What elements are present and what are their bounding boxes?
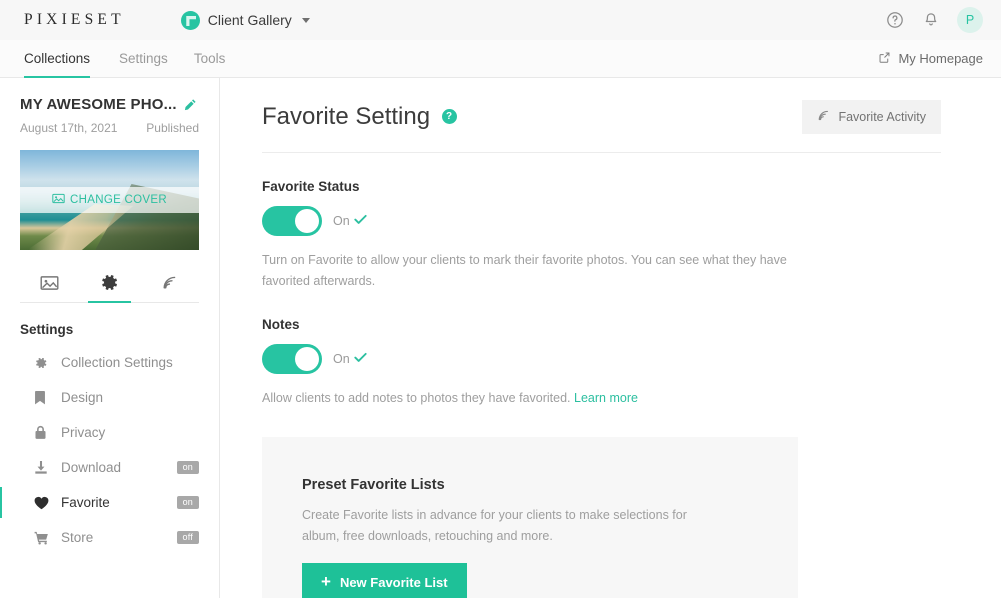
product-switcher[interactable]: Client Gallery — [180, 10, 310, 30]
favorite-status-block: Favorite Status On Turn on Favorite to a… — [262, 179, 941, 291]
sidebar-menu: Collection Settings Design Privacy Downl… — [0, 345, 199, 555]
lock-icon — [34, 425, 52, 440]
my-homepage-label: My Homepage — [898, 51, 983, 66]
gallery-icon — [180, 10, 200, 30]
favorite-activity-label: Favorite Activity — [838, 110, 926, 124]
sidebar-item-label: Privacy — [61, 425, 106, 440]
notes-label: Notes — [262, 317, 300, 333]
pencil-icon[interactable] — [183, 98, 197, 112]
change-cover-label: CHANGE COVER — [70, 194, 167, 206]
sidebar-item-privacy[interactable]: Privacy — [20, 415, 199, 450]
sidebar-tab-activity[interactable] — [139, 268, 199, 302]
collection-title: MY AWESOME PHO... — [20, 96, 177, 113]
check-icon — [354, 214, 367, 228]
preset-favorite-lists-card: Preset Favorite Lists Create Favorite li… — [262, 436, 798, 598]
favorite-status-description: Turn on Favorite to allow your clients t… — [262, 253, 787, 288]
favorite-status-state: On — [333, 214, 367, 228]
top-bar: PIXIESET Client Gallery P — [0, 0, 1001, 40]
new-favorite-list-label: New Favorite List — [339, 575, 448, 591]
sidebar-tab-settings[interactable] — [80, 268, 140, 303]
sidebar-tab-photos[interactable] — [20, 268, 80, 302]
nav-tab-tools[interactable]: Tools — [181, 40, 239, 77]
main-nav: Collections Settings Tools My Homepage — [0, 40, 1001, 78]
plus-icon: + — [321, 572, 331, 592]
notes-state-label: On — [333, 352, 350, 367]
cover-image[interactable]: CHANGE COVER — [20, 150, 199, 250]
heart-icon — [34, 496, 52, 510]
help-circle-icon[interactable]: ? — [441, 109, 457, 124]
sidebar-section-title: Settings — [20, 322, 74, 337]
rss-icon — [817, 109, 830, 125]
sidebar: MY AWESOME PHO... August 17th, 2021 Publ… — [0, 78, 220, 598]
status-badge: on — [176, 496, 199, 509]
sidebar-item-label: Collection Settings — [61, 355, 173, 370]
notes-description: Allow clients to add notes to photos the… — [262, 391, 571, 406]
sidebar-item-label: Design — [61, 390, 104, 405]
external-link-icon — [878, 51, 891, 67]
my-homepage-link[interactable]: My Homepage — [878, 40, 983, 77]
preset-description: Create Favorite lists in advance for you… — [302, 507, 687, 543]
status-badge: off — [176, 531, 199, 544]
top-bar-actions: P — [885, 7, 983, 33]
notes-block: Notes On Allow clients to add notes to p… — [262, 317, 941, 409]
sidebar-item-design[interactable]: Design — [20, 380, 199, 415]
favorite-status-state-label: On — [333, 214, 350, 228]
sidebar-item-download[interactable]: Download on — [20, 450, 199, 485]
chevron-down-icon — [301, 17, 310, 23]
download-icon — [34, 460, 52, 475]
sidebar-item-label: Download — [61, 460, 122, 475]
check-icon — [354, 352, 367, 366]
page-title-wrap: Favorite Setting ? — [262, 103, 457, 131]
main-content: Favorite Setting ? Favorite Activity Fav… — [220, 78, 1001, 598]
product-switcher-label: Client Gallery — [207, 12, 292, 28]
nav-tab-settings[interactable]: Settings — [106, 40, 181, 77]
notes-toggle-row: On — [262, 344, 941, 375]
toggle-knob — [295, 209, 319, 233]
page-body: MY AWESOME PHO... August 17th, 2021 Publ… — [0, 78, 1001, 598]
bell-icon[interactable] — [921, 10, 941, 30]
change-cover-overlay[interactable]: CHANGE COVER — [20, 187, 199, 213]
sidebar-item-label: Store — [61, 530, 94, 545]
new-favorite-list-button[interactable]: + New Favorite List — [302, 563, 467, 598]
collection-status: Published — [146, 121, 199, 135]
status-badge: on — [176, 461, 199, 474]
preset-title: Preset Favorite Lists — [302, 476, 445, 493]
sidebar-item-favorite[interactable]: Favorite on — [0, 485, 199, 520]
image-icon — [40, 275, 59, 296]
collection-date: August 17th, 2021 — [20, 121, 118, 135]
collection-header: MY AWESOME PHO... — [20, 96, 199, 113]
learn-more-link[interactable]: Learn more — [574, 391, 638, 405]
page-header: Favorite Setting ? Favorite Activity — [262, 100, 941, 153]
sidebar-item-collection-settings[interactable]: Collection Settings — [20, 345, 199, 380]
help-circle-icon[interactable] — [885, 10, 905, 30]
gear-icon — [34, 356, 52, 370]
page-title: Favorite Setting — [262, 103, 431, 130]
sidebar-item-store[interactable]: Store off — [20, 520, 199, 555]
favorite-status-label: Favorite Status — [262, 179, 360, 194]
rss-icon — [161, 274, 178, 296]
avatar[interactable]: P — [957, 7, 983, 33]
brand-logo[interactable]: PIXIESET — [24, 11, 125, 29]
sidebar-item-label: Favorite — [61, 495, 110, 510]
favorite-activity-button[interactable]: Favorite Activity — [802, 100, 941, 134]
sidebar-icon-tabs — [20, 268, 199, 303]
notes-description-wrap: Allow clients to add notes to photos the… — [262, 388, 797, 409]
cart-icon — [34, 531, 52, 545]
collection-meta: August 17th, 2021 Published — [20, 121, 199, 135]
image-icon — [52, 191, 65, 209]
bookmark-icon — [34, 390, 52, 405]
nav-tab-collections[interactable]: Collections — [24, 40, 106, 78]
gear-icon — [100, 273, 119, 297]
favorite-status-toggle-row: On — [262, 206, 941, 236]
toggle-knob — [295, 347, 319, 372]
notes-toggle[interactable] — [262, 344, 322, 375]
favorite-status-toggle[interactable] — [262, 206, 322, 236]
notes-state: On — [333, 352, 367, 366]
